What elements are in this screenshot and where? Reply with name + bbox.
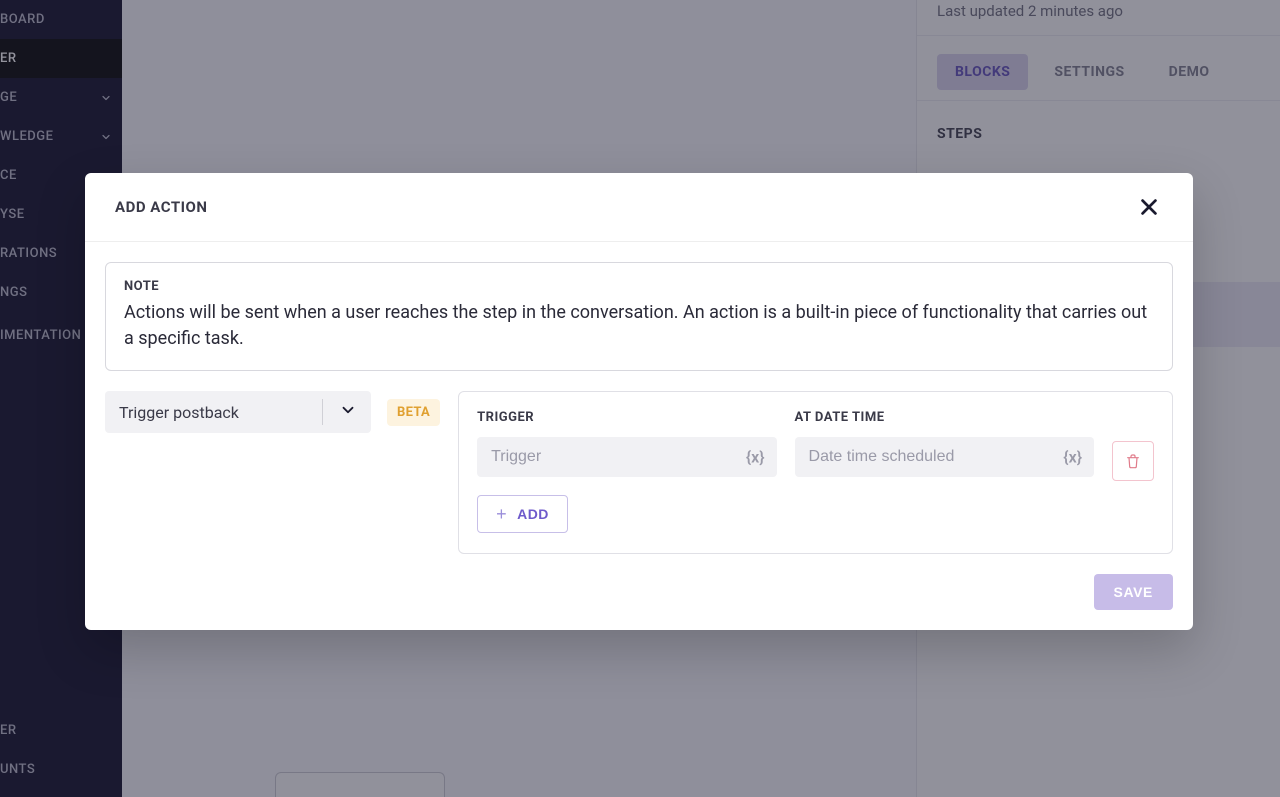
modal-title: ADD ACTION	[115, 198, 207, 216]
variable-token-icon[interactable]: {x}	[1063, 448, 1082, 467]
add-trigger-button[interactable]: + ADD	[477, 495, 568, 533]
note-box: NOTE Actions will be sent when a user re…	[105, 262, 1173, 371]
note-label: NOTE	[124, 279, 1154, 294]
datetime-field-label: AT DATE TIME	[795, 410, 1094, 425]
chevron-down-icon	[339, 401, 357, 423]
action-type-select[interactable]: Trigger postback	[105, 391, 371, 433]
trigger-input[interactable]	[477, 437, 776, 477]
trash-icon	[1125, 453, 1141, 469]
plus-icon: +	[496, 505, 507, 523]
action-type-value: Trigger postback	[119, 403, 239, 422]
datetime-input[interactable]	[795, 437, 1094, 477]
trigger-config-panel: TRIGGER {x} + ADD AT DATE TIME	[458, 391, 1173, 554]
save-button[interactable]: SAVE	[1094, 574, 1174, 610]
beta-badge: BETA	[387, 399, 440, 426]
trigger-field-label: TRIGGER	[477, 410, 776, 425]
delete-row-button[interactable]	[1112, 441, 1154, 481]
close-button[interactable]	[1135, 193, 1163, 221]
add-button-label: ADD	[517, 506, 549, 522]
variable-token-icon[interactable]: {x}	[746, 448, 765, 467]
add-action-modal: ADD ACTION NOTE Actions will be sent whe…	[85, 173, 1193, 630]
close-icon	[1138, 196, 1160, 218]
note-text: Actions will be sent when a user reaches…	[124, 300, 1154, 352]
